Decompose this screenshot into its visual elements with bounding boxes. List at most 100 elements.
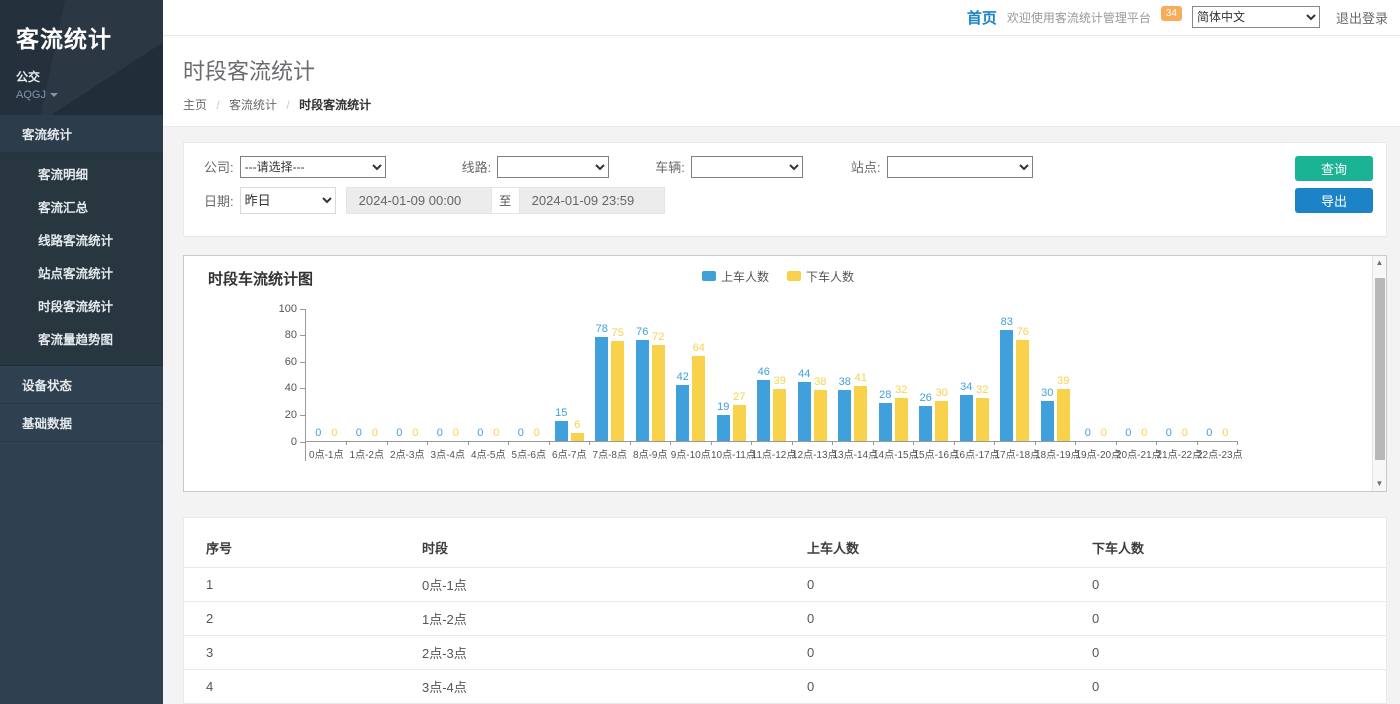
chart-bar-column: 41 (854, 372, 867, 441)
y-axis-tick-label: 20 (285, 409, 305, 421)
bar[interactable] (773, 389, 786, 441)
chart-legend: 上车人数 下车人数 (702, 268, 854, 285)
chart-bar-column: 0 (312, 427, 325, 441)
bar[interactable] (733, 405, 746, 441)
bar[interactable] (595, 337, 608, 441)
bar[interactable] (960, 395, 973, 440)
x-axis-tick-label: 11点-12点 (752, 446, 793, 461)
chart-bars: 156 (549, 309, 590, 442)
bar[interactable] (1041, 401, 1054, 441)
scroll-up-icon[interactable]: ▲ (1373, 256, 1387, 270)
bar-value-label: 34 (960, 381, 972, 395)
chart-bars: 00 (1116, 309, 1157, 442)
chart-bar-column: 0 (449, 427, 462, 441)
bar[interactable] (854, 386, 867, 441)
bar[interactable] (1000, 330, 1013, 440)
language-select[interactable]: 简体中文 (1192, 6, 1320, 28)
chart-bar-column: 0 (1162, 427, 1175, 441)
date-start-input[interactable] (346, 187, 492, 214)
home-link[interactable]: 首页 (967, 7, 997, 28)
chart-bar-column: 15 (555, 407, 568, 441)
chart-category-group: 192710点-11点 (711, 309, 752, 461)
sidebar-item-base-data[interactable]: 基础数据 (0, 404, 163, 442)
vehicle-select[interactable] (691, 156, 803, 178)
station-select[interactable] (887, 156, 1033, 178)
chart-bar-column: 76 (1016, 326, 1029, 441)
bar[interactable] (919, 406, 932, 441)
bar[interactable] (757, 380, 770, 441)
bar-value-label: 0 (1141, 427, 1147, 441)
export-button[interactable]: 导出 (1295, 188, 1373, 213)
chart-panel: 时段车流统计图 上车人数下车人数 020406080100 000点-1点001… (183, 255, 1387, 492)
bar[interactable] (652, 345, 665, 441)
date-label: 日期: (204, 191, 234, 210)
sidebar-item-device-status[interactable]: 设备状态 (0, 366, 163, 404)
breadcrumb-separator: / (216, 98, 219, 112)
scrollbar-thumb[interactable] (1375, 278, 1385, 460)
sidebar-subitem[interactable]: 时段客流统计 (0, 289, 163, 322)
chart-category-group: 76728点-9点 (630, 309, 671, 461)
chart-bars: 3432 (954, 309, 995, 442)
bar[interactable] (976, 398, 989, 441)
scroll-down-icon[interactable]: ▼ (1373, 477, 1387, 491)
chart-plot: 000点-1点001点-2点002点-3点003点-4点004点-5点005点-… (305, 309, 1238, 461)
bar[interactable] (838, 390, 851, 441)
sidebar-subitem[interactable]: 客流汇总 (0, 190, 163, 223)
chart-vertical-scrollbar[interactable]: ▲ ▼ (1372, 256, 1386, 491)
chart-bar-column: 34 (960, 381, 973, 440)
chart-bar-column: 76 (636, 326, 649, 441)
date-preset-select[interactable]: 昨日 (240, 187, 336, 214)
bar[interactable] (676, 385, 689, 441)
legend-item[interactable]: 上车人数 (702, 268, 769, 285)
bar-value-label: 0 (1222, 427, 1228, 441)
sidebar-item-passenger-stats[interactable]: 客流统计 (0, 115, 163, 153)
notification-badge[interactable]: 34 (1161, 6, 1182, 21)
bar[interactable] (895, 398, 908, 441)
sidebar-subitem[interactable]: 客流明细 (0, 157, 163, 190)
app-layout: 客流统计 公交 AQGJ 客流统计 客流明细客流汇总线路客流统计站点客流统计时段… (0, 0, 1400, 704)
line-select[interactable] (497, 156, 609, 178)
chart-bar-column: 26 (919, 392, 932, 441)
bar-value-label: 0 (534, 427, 540, 441)
bar[interactable] (611, 341, 624, 441)
chart-bar-column: 0 (490, 427, 503, 441)
chart-category-group: 463911点-12点 (752, 309, 793, 461)
breadcrumb-passenger-stats[interactable]: 客流统计 (229, 98, 277, 112)
bar[interactable] (717, 415, 730, 440)
y-axis-tick-label: 60 (285, 356, 305, 368)
bar[interactable] (692, 356, 705, 441)
sidebar-section-passenger-stats: 客流统计 客流明细客流汇总线路客流统计站点客流统计时段客流统计客流量趋势图 (0, 115, 163, 366)
chart-bars: 7672 (630, 309, 671, 442)
chart-bar-column: 44 (798, 368, 811, 441)
bar-value-label: 83 (1001, 316, 1013, 330)
bar-value-label: 0 (1125, 427, 1131, 441)
bar[interactable] (1016, 340, 1029, 441)
bar[interactable] (798, 382, 811, 441)
bar[interactable] (879, 403, 892, 440)
company-label: 公司: (204, 157, 234, 176)
sidebar-subitem[interactable]: 客流量趋势图 (0, 322, 163, 355)
org-selector[interactable]: AQGJ (16, 89, 147, 101)
bar[interactable] (555, 421, 568, 441)
bar-value-label: 39 (1057, 375, 1069, 389)
y-axis-tick-label: 100 (279, 303, 305, 315)
breadcrumb-home[interactable]: 主页 (183, 98, 207, 112)
scrollbar-track[interactable] (1373, 270, 1387, 477)
bar[interactable] (636, 340, 649, 441)
chart-bar-column: 0 (352, 427, 365, 441)
chart-bars: 8376 (995, 309, 1036, 442)
bar-value-label: 32 (895, 384, 907, 398)
bar[interactable] (935, 401, 948, 441)
logout-link[interactable]: 退出登录 (1336, 8, 1388, 27)
company-select[interactable]: ---请选择--- (240, 156, 386, 178)
bar[interactable] (571, 433, 584, 441)
x-axis-tick-label: 21点-22点 (1157, 446, 1198, 461)
bar[interactable] (1057, 389, 1070, 441)
bar-value-label: 0 (412, 427, 418, 441)
sidebar-subitem[interactable]: 站点客流统计 (0, 256, 163, 289)
date-end-input[interactable] (519, 187, 665, 214)
legend-item[interactable]: 下车人数 (787, 268, 854, 285)
sidebar-subitem[interactable]: 线路客流统计 (0, 223, 163, 256)
query-button[interactable]: 查询 (1295, 156, 1373, 181)
bar[interactable] (814, 390, 827, 441)
